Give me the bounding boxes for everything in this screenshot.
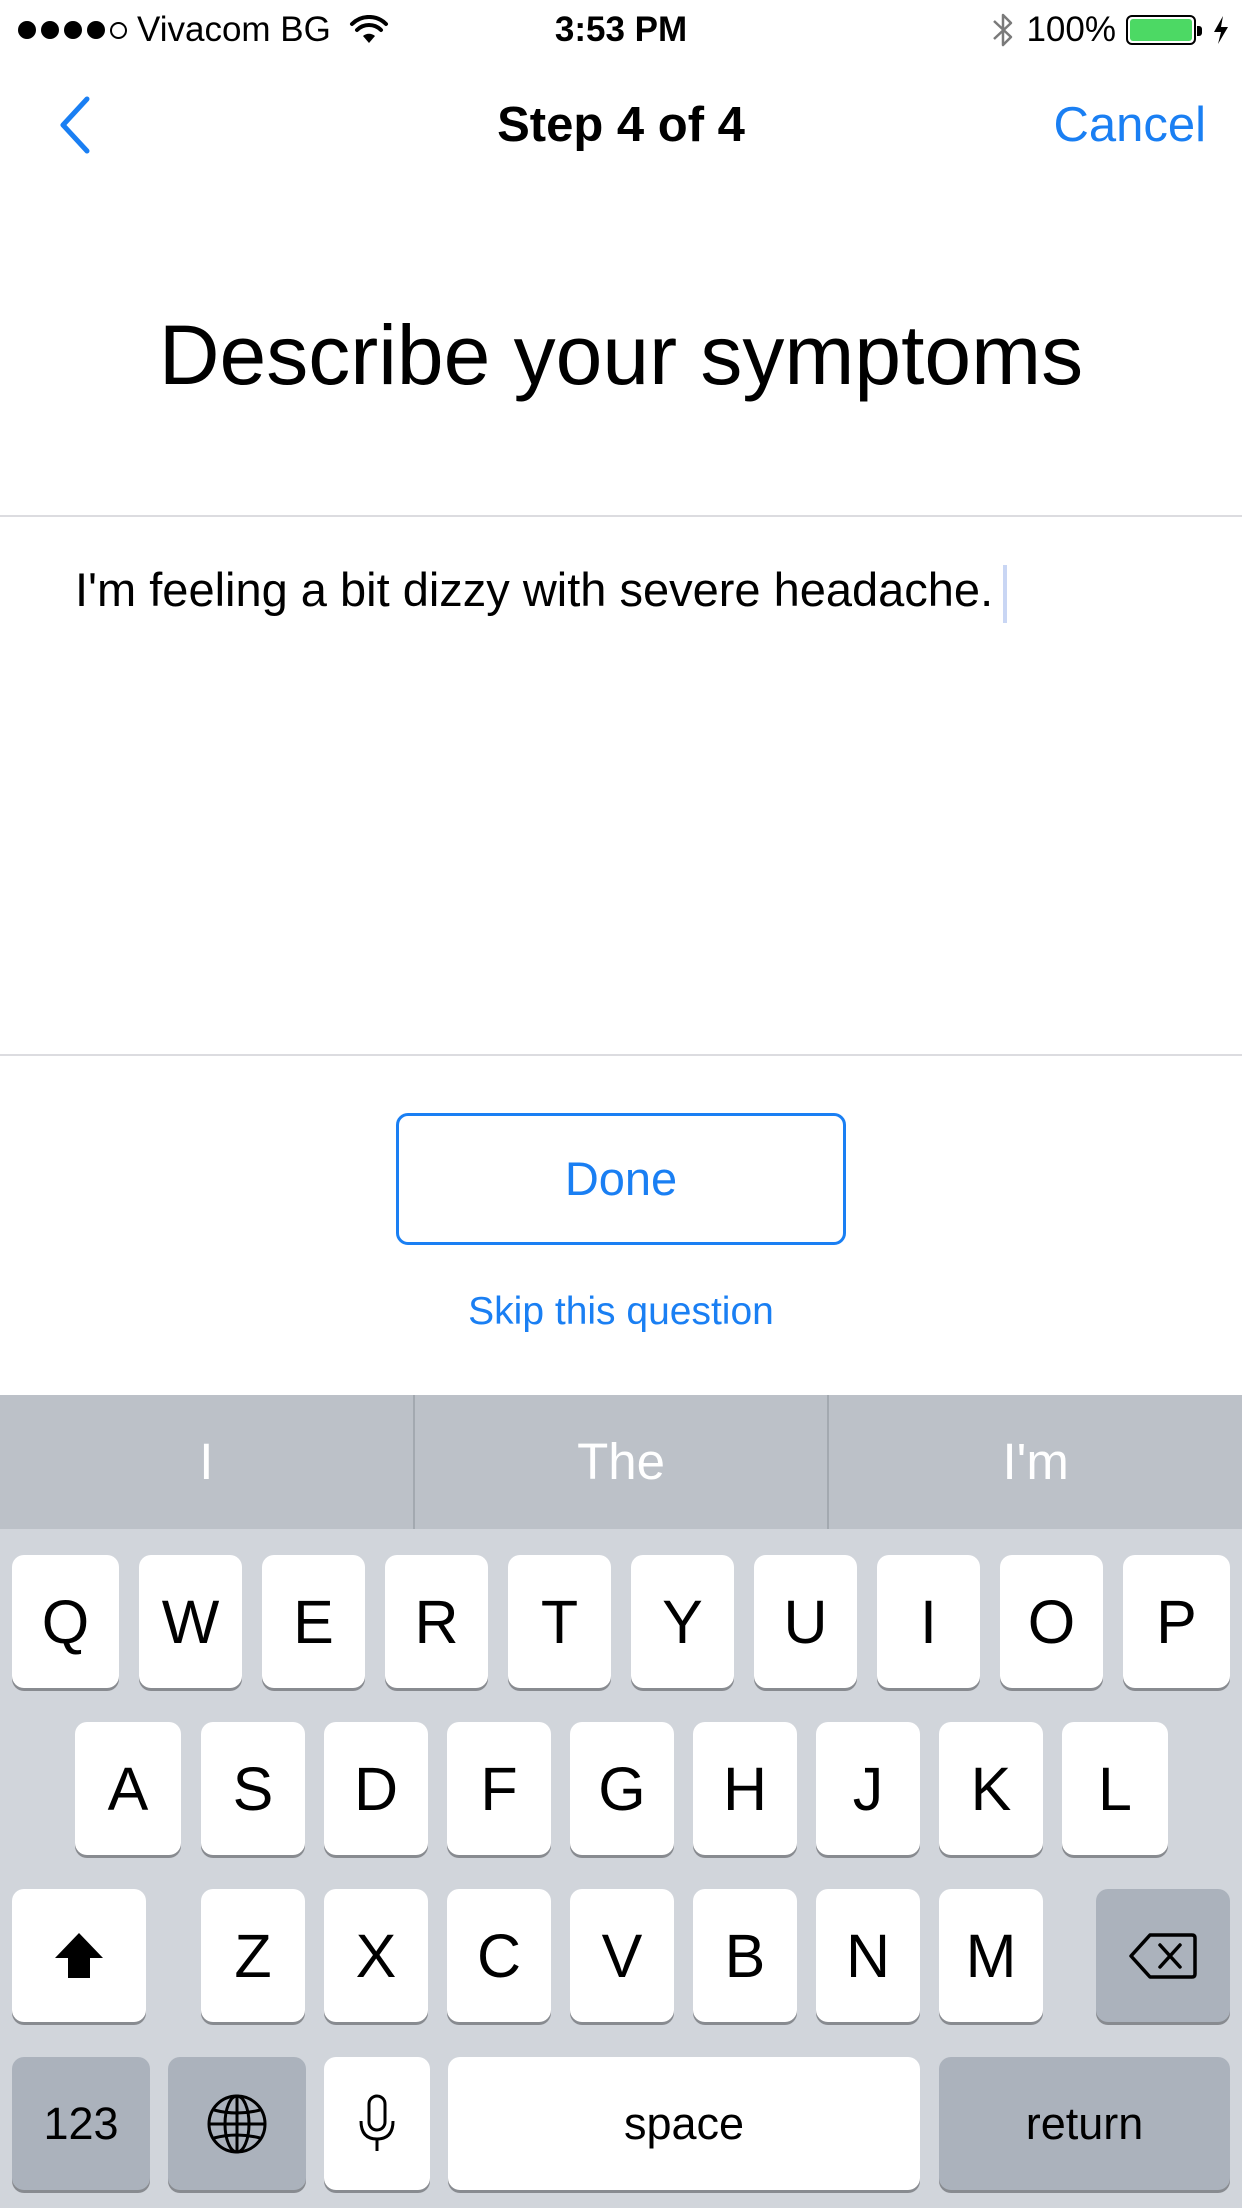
back-button[interactable] xyxy=(40,90,110,160)
key-v[interactable]: V xyxy=(570,1889,674,2022)
key-t[interactable]: T xyxy=(508,1555,611,1688)
battery-level-fill xyxy=(1130,19,1192,41)
battery-tip xyxy=(1197,26,1202,36)
shift-key[interactable] xyxy=(12,1889,146,2022)
key-s[interactable]: S xyxy=(201,1722,305,1855)
key-z[interactable]: Z xyxy=(201,1889,305,2022)
dictation-key[interactable] xyxy=(324,2057,430,2190)
key-d[interactable]: D xyxy=(324,1722,428,1855)
status-right: 100% xyxy=(990,0,1230,60)
key-a[interactable]: A xyxy=(75,1722,181,1855)
answer-text: I'm feeling a bit dizzy with severe head… xyxy=(75,563,994,616)
battery-icon xyxy=(1126,15,1202,45)
key-w[interactable]: W xyxy=(139,1555,242,1688)
charging-bolt-icon xyxy=(1214,16,1228,44)
bluetooth-icon xyxy=(993,13,1013,47)
key-c[interactable]: C xyxy=(447,1889,551,2022)
prediction-suggestion[interactable]: The xyxy=(415,1395,828,1529)
predictive-text-bar: I The I'm xyxy=(0,1395,1242,1529)
done-button[interactable]: Done xyxy=(396,1113,846,1245)
prediction-suggestion[interactable]: I'm xyxy=(829,1395,1242,1529)
backspace-icon xyxy=(1129,1932,1197,1979)
skip-question-link[interactable]: Skip this question xyxy=(0,1290,1242,1334)
key-m[interactable]: M xyxy=(939,1889,1043,2022)
key-b[interactable]: B xyxy=(693,1889,797,2022)
key-n[interactable]: N xyxy=(816,1889,920,2022)
key-r[interactable]: R xyxy=(385,1555,488,1688)
battery-percent: 100% xyxy=(1026,10,1116,49)
key-j[interactable]: J xyxy=(816,1722,920,1855)
divider-bottom xyxy=(0,1054,1242,1056)
keyboard: I The I'm Q W E R T Y U I O P A S D F G … xyxy=(0,1395,1242,2208)
key-q[interactable]: Q xyxy=(12,1555,119,1688)
numbers-key[interactable]: 123 xyxy=(12,2057,150,2190)
key-i[interactable]: I xyxy=(877,1555,980,1688)
answer-text-line: I'm feeling a bit dizzy with severe head… xyxy=(75,562,1008,623)
return-key[interactable]: return xyxy=(939,2057,1230,2190)
shift-arrow-icon xyxy=(55,1932,103,1978)
key-k[interactable]: K xyxy=(939,1722,1043,1855)
delete-key[interactable] xyxy=(1096,1889,1230,2022)
space-key[interactable]: space xyxy=(448,2057,920,2190)
key-h[interactable]: H xyxy=(693,1722,797,1855)
cancel-button[interactable]: Cancel xyxy=(1053,60,1206,190)
chevron-left-icon xyxy=(60,96,90,154)
answer-text-area[interactable]: I'm feeling a bit dizzy with severe head… xyxy=(0,517,1242,1054)
globe-icon xyxy=(207,2094,267,2153)
key-x[interactable]: X xyxy=(324,1889,428,2022)
key-u[interactable]: U xyxy=(754,1555,857,1688)
text-cursor xyxy=(1003,564,1008,623)
key-o[interactable]: O xyxy=(1000,1555,1103,1688)
key-g[interactable]: G xyxy=(570,1722,674,1855)
prediction-suggestion[interactable]: I xyxy=(0,1395,413,1529)
key-l[interactable]: L xyxy=(1062,1722,1168,1855)
microphone-icon xyxy=(359,2094,395,2151)
key-e[interactable]: E xyxy=(262,1555,365,1688)
navigation-bar: Step 4 of 4 Cancel xyxy=(0,60,1242,190)
key-y[interactable]: Y xyxy=(631,1555,734,1688)
key-p[interactable]: P xyxy=(1123,1555,1230,1688)
key-f[interactable]: F xyxy=(447,1722,551,1855)
globe-key[interactable] xyxy=(168,2057,306,2190)
question-title: Describe your symptoms xyxy=(158,308,1084,402)
status-bar: Vivacom BG 3:53 PM 100% xyxy=(0,0,1242,60)
